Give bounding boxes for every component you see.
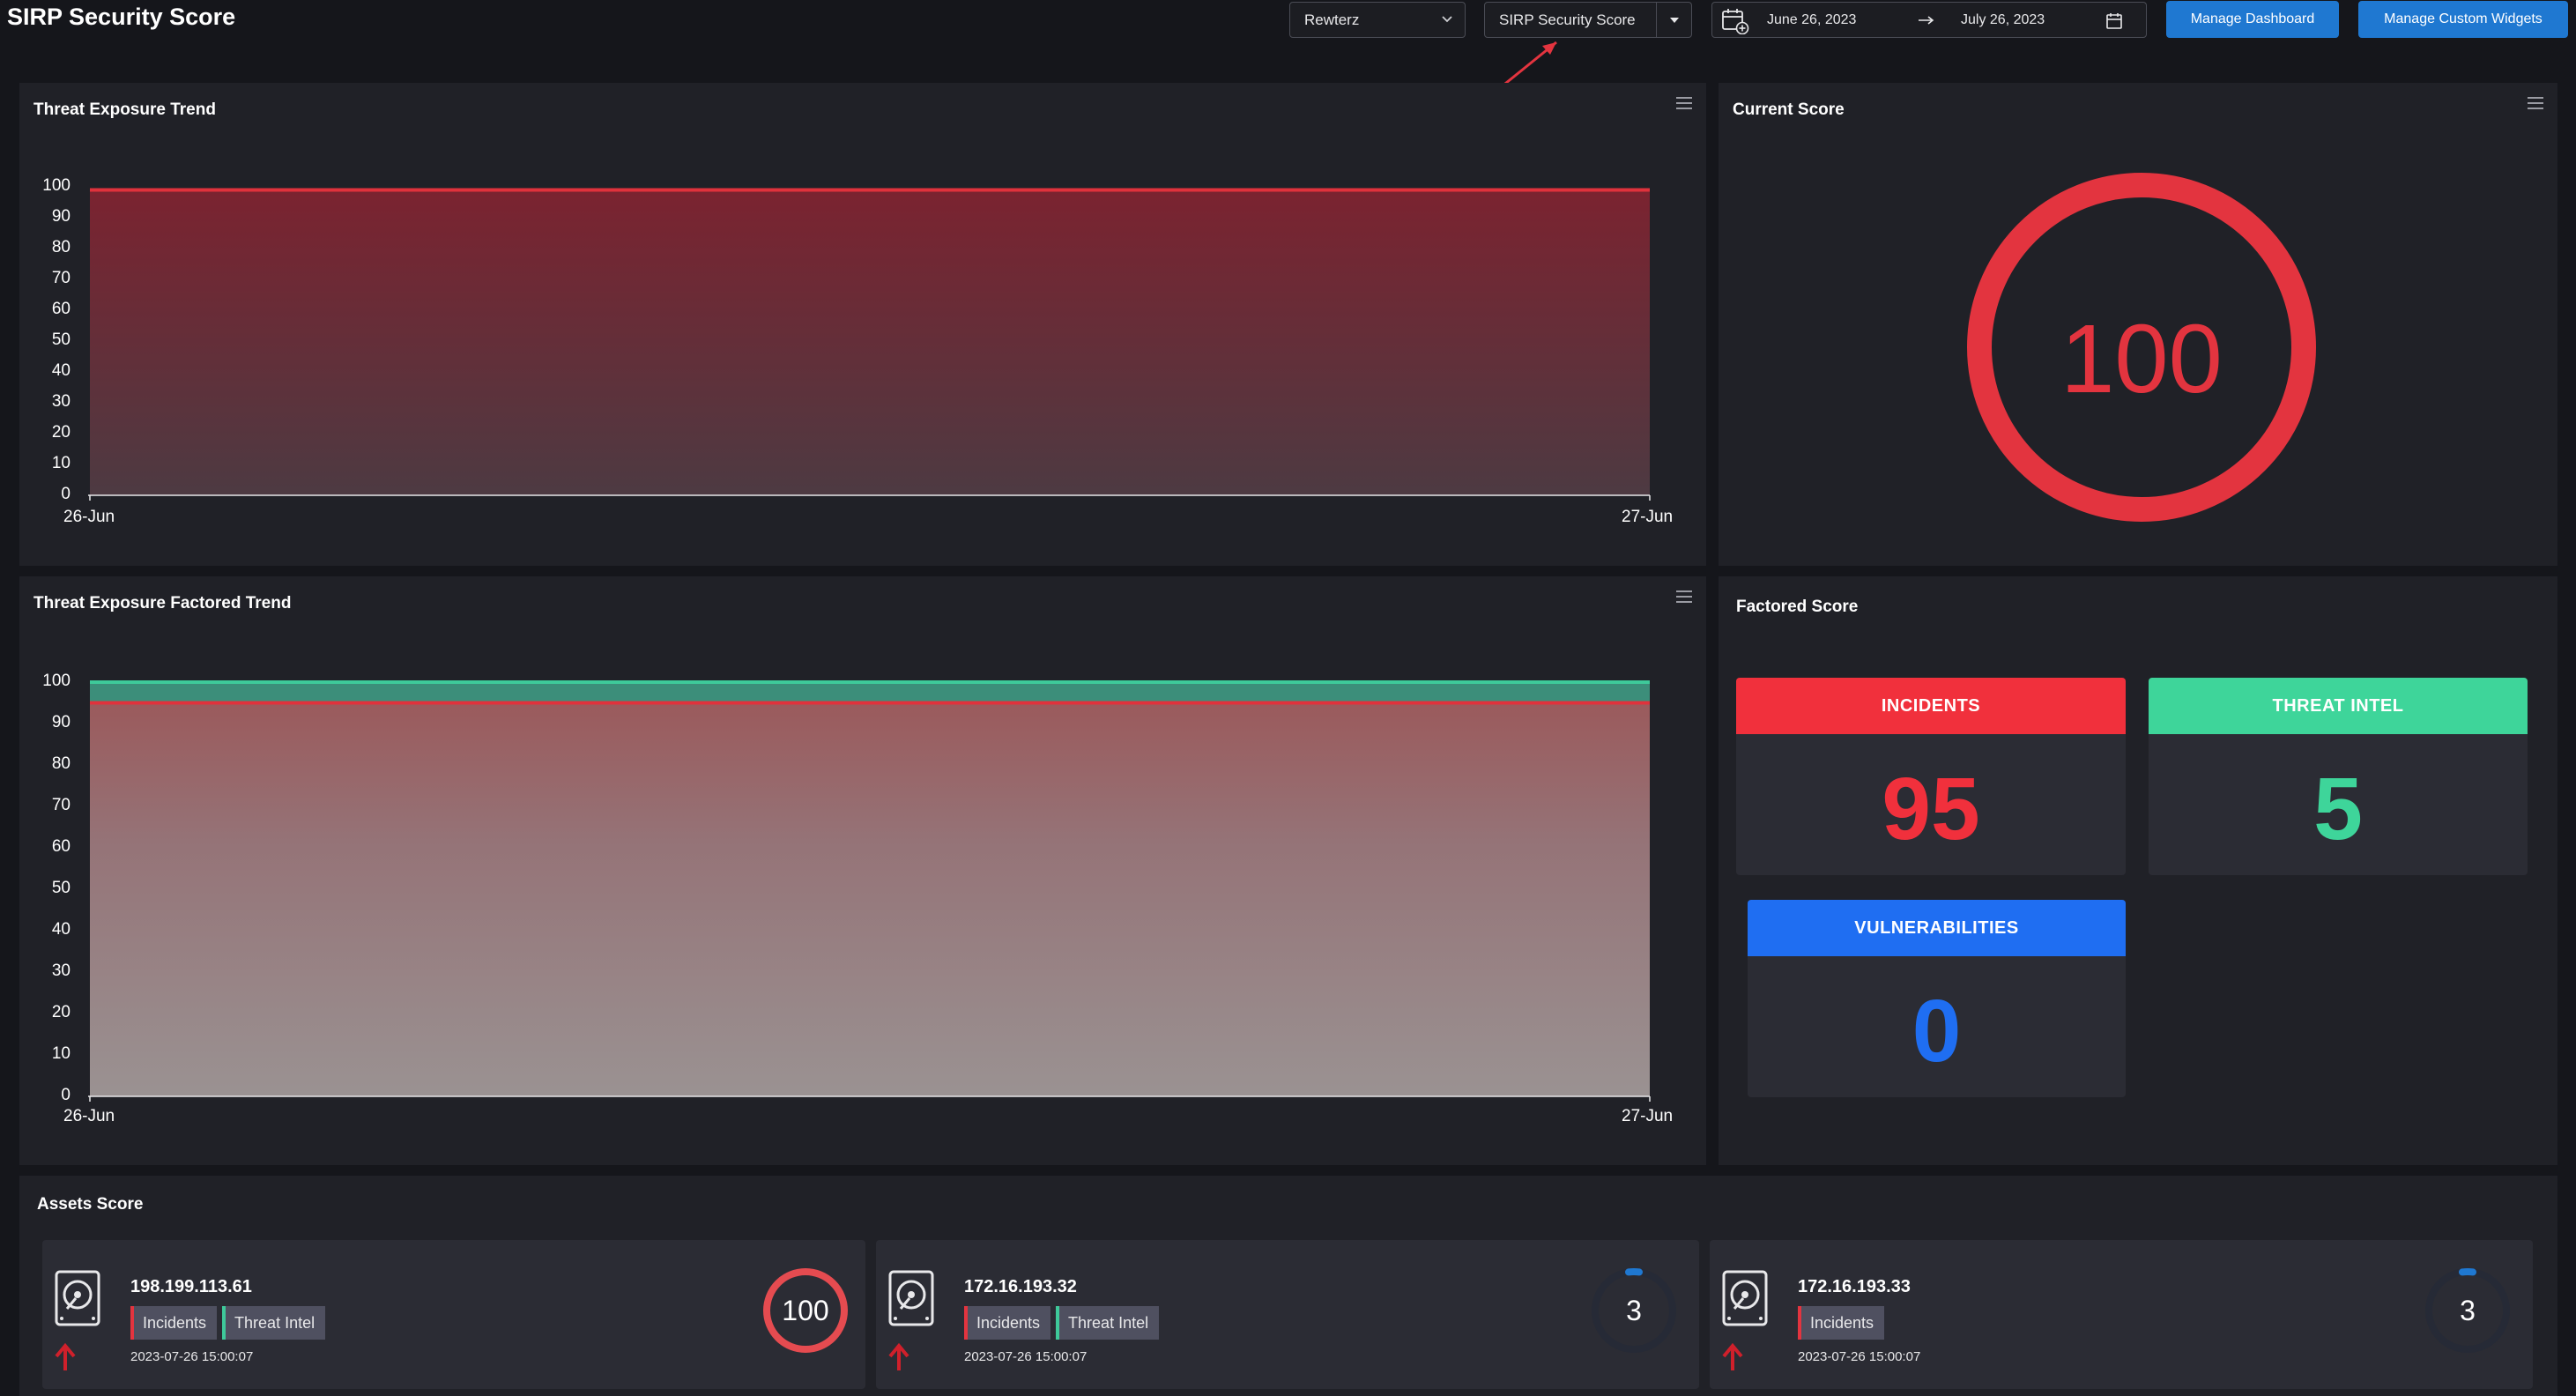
series-area-incidents [90,702,1650,1096]
asset-tag-threat-intel: Threat Intel [1056,1306,1160,1340]
top-bar: SIRP Security Score Rewterz SIRP Securit… [0,0,2576,111]
date-to[interactable]: July 26, 2023 [1961,12,2045,28]
trend-up-icon [55,1342,76,1370]
factored-score-panel: Factored Score INCIDENTS 95 THREAT INTEL… [1719,576,2557,1165]
tenant-select-value: Rewterz [1304,11,1360,28]
threat-intel-card-label: THREAT INTEL [2149,678,2528,734]
asset-score-ring: 100 [761,1266,850,1355]
threat-intel-card[interactable]: THREAT INTEL 5 [2149,678,2528,875]
current-score-panel: Current Score 100 [1719,83,2557,566]
incidents-card-value: 95 [1882,760,1980,858]
threat-exposure-trend-panel: Threat Exposure Trend 100 90 80 70 60 50 40 30 2… [19,83,1706,566]
asset-tag-incidents: Incidents [1798,1306,1885,1340]
panel-menu-icon[interactable] [2526,95,2545,111]
incidents-card-label: INCIDENTS [1736,678,2126,734]
asset-timestamp: 2023-07-26 15:00:07 [130,1349,254,1364]
asset-card[interactable]: 198.199.113.61 Incidents Threat Intel 20… [42,1240,865,1389]
asset-ip: 172.16.193.33 [1798,1277,1911,1296]
manage-custom-widgets-button[interactable]: Manage Custom Widgets [2358,1,2568,38]
threat-intel-card-value: 5 [2313,760,2363,858]
asset-score-value: 3 [2460,1295,2476,1326]
calendar-icon [2106,13,2122,29]
vulnerabilities-card[interactable]: VULNERABILITIES 0 [1748,900,2126,1097]
asset-tag-threat-intel: Threat Intel [222,1306,326,1340]
asset-score-ring: 3 [2424,1266,2512,1355]
asset-score-value: 3 [1626,1295,1642,1326]
asset-timestamp: 2023-07-26 15:00:07 [964,1349,1088,1364]
dashboard-select[interactable]: SIRP Security Score [1484,2,1692,38]
vulnerabilities-card-value: 0 [1912,982,1962,1080]
hard-drive-icon [55,1270,100,1326]
asset-score-value: 100 [782,1295,829,1326]
asset-card[interactable]: 172.16.193.32 Incidents Threat Intel 202… [876,1240,1699,1389]
asset-ip: 172.16.193.32 [964,1277,1077,1296]
chevron-down-icon [1442,16,1452,23]
current-score-title: Current Score [1733,100,1845,119]
factored-trend-chart [88,680,1651,1102]
series-area-threat-intel [90,682,1650,703]
asset-card[interactable]: 172.16.193.33 Incidents 2023-07-26 15:00… [1710,1240,2533,1389]
manage-dashboard-button[interactable]: Manage Dashboard [2166,1,2339,38]
dashboard-select-value: SIRP Security Score [1499,11,1636,28]
asset-tag-incidents: Incidents [964,1306,1051,1340]
caret-down-icon [1669,17,1679,23]
factored-score-title: Factored Score [1736,598,1859,616]
asset-ip: 198.199.113.61 [130,1277,252,1296]
trend-up-icon [888,1342,909,1370]
threat-trend-chart [88,188,1651,501]
vulnerabilities-card-label: VULNERABILITIES [1748,900,2126,956]
incidents-card[interactable]: INCIDENTS 95 [1736,678,2126,875]
series-area [90,189,1650,495]
threat-exposure-factored-trend-panel: Threat Exposure Factored Trend 100 90 80 70… [19,576,1706,1165]
trend-up-icon [1722,1342,1743,1370]
assets-score-title: Assets Score [37,1195,144,1214]
calendar-add-icon [1722,9,1749,34]
dashboard-select-toggle[interactable] [1656,3,1691,37]
arrow-right-icon [1919,16,1934,25]
current-score-value: 100 [2060,305,2223,413]
asset-timestamp: 2023-07-26 15:00:07 [1798,1349,1921,1364]
asset-tag-incidents: Incidents [130,1306,218,1340]
tenant-select[interactable]: Rewterz [1289,2,1466,38]
asset-score-ring: 3 [1590,1266,1678,1355]
page-title: SIRP Security Score [7,4,236,30]
hard-drive-icon [1722,1270,1768,1326]
date-range-picker[interactable]: June 26, 2023 July 26, 2023 [1711,2,2147,38]
hard-drive-icon [888,1270,934,1326]
date-from[interactable]: June 26, 2023 [1767,12,1856,28]
